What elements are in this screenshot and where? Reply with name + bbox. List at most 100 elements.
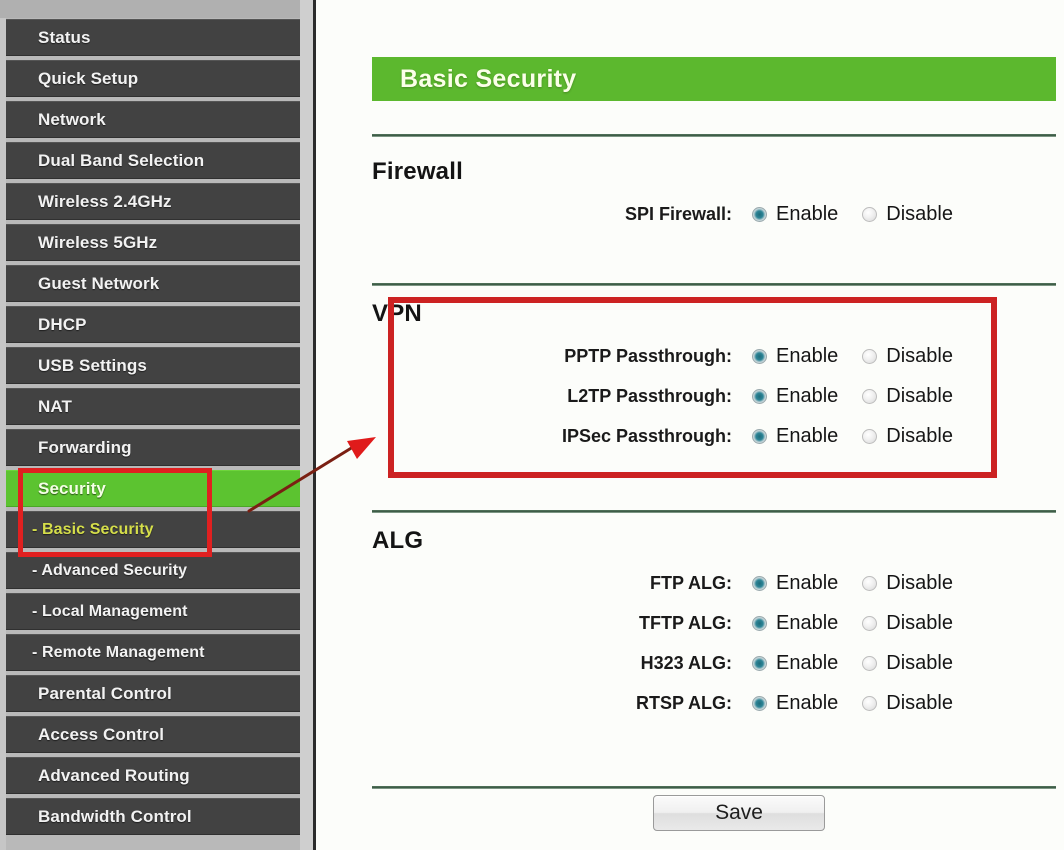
radio-enable-icon[interactable] xyxy=(752,428,767,444)
sidebar-item-label: - Local Management xyxy=(32,602,188,620)
radio-disable-icon[interactable] xyxy=(862,206,878,222)
setting-row: IPSec Passthrough: Enable Disable xyxy=(372,416,1056,456)
sidebar-item-nat[interactable]: NAT xyxy=(6,388,300,425)
sidebar-item-usb-settings[interactable]: USB Settings xyxy=(6,347,300,384)
main-content: Basic Security Firewall SPI Firewall: Ena… xyxy=(316,0,1064,850)
sidebar-item-basic-security[interactable]: - Basic Security xyxy=(6,511,300,548)
radio-disable-icon[interactable] xyxy=(862,388,878,404)
radio-option-enable[interactable]: Enable xyxy=(752,345,838,368)
sidebar-item-local-management[interactable]: - Local Management xyxy=(6,593,300,630)
radio-group: Enable Disable xyxy=(752,652,953,675)
radio-enable-icon[interactable] xyxy=(752,575,767,591)
section-title-alg: ALG xyxy=(372,527,424,554)
radio-option-disable[interactable]: Disable xyxy=(862,425,953,448)
radio-disable-icon[interactable] xyxy=(862,575,878,591)
radio-option-enable[interactable]: Enable xyxy=(752,572,838,595)
setting-label: PPTP Passthrough: xyxy=(564,345,732,366)
sidebar-item-label: - Remote Management xyxy=(32,643,205,661)
radio-disable-label: Disable xyxy=(886,384,953,407)
radio-enable-label: Enable xyxy=(776,651,839,674)
radio-option-disable[interactable]: Disable xyxy=(862,203,953,226)
sidebar-item-label: - Advanced Security xyxy=(32,561,188,579)
radio-option-enable[interactable]: Enable xyxy=(752,203,838,226)
radio-enable-label: Enable xyxy=(776,691,839,714)
radio-enable-label: Enable xyxy=(776,344,839,367)
alg-rows: FTP ALG: Enable Disable TFTP ALG: Enable Disa… xyxy=(372,563,1056,723)
setting-label: H323 ALG: xyxy=(640,652,732,673)
radio-option-enable[interactable]: Enable xyxy=(752,652,838,675)
sidebar-item-parental-control[interactable]: Parental Control xyxy=(6,675,300,712)
section-divider-alg xyxy=(372,510,1056,513)
radio-enable-label: Enable xyxy=(776,384,839,407)
radio-enable-icon[interactable] xyxy=(752,388,767,404)
sidebar-item-label: Dual Band Selection xyxy=(38,150,205,170)
radio-enable-icon[interactable] xyxy=(752,206,767,222)
radio-option-enable[interactable]: Enable xyxy=(752,612,838,635)
sidebar-item-label: USB Settings xyxy=(38,355,147,375)
sidebar-item-quick-setup[interactable]: Quick Setup xyxy=(6,60,300,97)
save-button[interactable]: Save xyxy=(653,795,825,831)
sidebar-item-wireless-2-4ghz[interactable]: Wireless 2.4GHz xyxy=(6,183,300,220)
section-vpn: VPN PPTP Passthrough: Enable Disable L2TP P… xyxy=(372,300,1056,456)
setting-label: L2TP Passthrough: xyxy=(567,385,732,406)
radio-disable-icon[interactable] xyxy=(862,428,878,444)
sidebar-item-advanced-security[interactable]: - Advanced Security xyxy=(6,552,300,589)
radio-group: Enable Disable xyxy=(752,345,953,368)
radio-enable-icon[interactable] xyxy=(752,348,767,364)
radio-enable-icon[interactable] xyxy=(752,695,767,711)
radio-option-enable[interactable]: Enable xyxy=(752,425,838,448)
sidebar-item-bandwidth-control[interactable]: Bandwidth Control xyxy=(6,798,300,835)
footer-actions: Save xyxy=(372,795,1056,831)
sidebar-item-remote-management[interactable]: - Remote Management xyxy=(6,634,300,671)
radio-disable-label: Disable xyxy=(886,344,953,367)
setting-row: L2TP Passthrough: Enable Disable xyxy=(372,376,1056,416)
sidebar-item-dhcp[interactable]: DHCP xyxy=(6,306,300,343)
sidebar-item-guest-network[interactable]: Guest Network xyxy=(6,265,300,302)
radio-option-disable[interactable]: Disable xyxy=(862,692,953,715)
radio-group: Enable Disable xyxy=(752,425,953,448)
setting-row: H323 ALG: Enable Disable xyxy=(372,643,1056,683)
radio-enable-icon[interactable] xyxy=(752,655,767,671)
radio-disable-label: Disable xyxy=(886,651,953,674)
sidebar-item-status[interactable]: Status xyxy=(6,19,300,56)
radio-option-enable[interactable]: Enable xyxy=(752,692,838,715)
radio-disable-icon[interactable] xyxy=(862,348,878,364)
section-divider-vpn xyxy=(372,283,1056,286)
setting-label: IPSec Passthrough: xyxy=(561,425,732,446)
sidebar-item-security[interactable]: Security xyxy=(6,470,300,507)
radio-option-disable[interactable]: Disable xyxy=(862,572,953,595)
radio-option-enable[interactable]: Enable xyxy=(752,385,838,408)
radio-disable-label: Disable xyxy=(886,571,953,594)
radio-group: Enable Disable xyxy=(752,572,953,595)
radio-enable-icon[interactable] xyxy=(752,615,767,631)
setting-label: RTSP ALG: xyxy=(635,692,732,713)
sidebar-item-access-control[interactable]: Access Control xyxy=(6,716,300,753)
radio-disable-icon[interactable] xyxy=(862,655,878,671)
sidebar-item-forwarding[interactable]: Forwarding xyxy=(6,429,300,466)
sidebar-item-dual-band-selection[interactable]: Dual Band Selection xyxy=(6,142,300,179)
radio-option-disable[interactable]: Disable xyxy=(862,345,953,368)
radio-disable-icon[interactable] xyxy=(862,615,878,631)
vpn-rows: PPTP Passthrough: Enable Disable L2TP Passt… xyxy=(372,336,1056,456)
section-alg: ALG FTP ALG: Enable Disable TFTP ALG: Enable… xyxy=(372,527,1056,723)
sidebar-item-label: Network xyxy=(38,109,106,129)
sidebar-item-network[interactable]: Network xyxy=(6,101,300,138)
setting-row: PPTP Passthrough: Enable Disable xyxy=(372,336,1056,376)
sidebar-item-label: Wireless 5GHz xyxy=(38,232,158,252)
sidebar-item-label: Quick Setup xyxy=(38,68,139,88)
nav-list: Status Quick Setup Network Dual Band Select… xyxy=(6,19,300,839)
radio-option-disable[interactable]: Disable xyxy=(862,612,953,635)
sidebar-item-advanced-routing[interactable]: Advanced Routing xyxy=(6,757,300,794)
sidebar-item-label: Status xyxy=(38,27,91,47)
radio-disable-label: Disable xyxy=(886,691,953,714)
radio-option-disable[interactable]: Disable xyxy=(862,652,953,675)
radio-disable-icon[interactable] xyxy=(862,695,878,711)
radio-group: Enable Disable xyxy=(752,203,953,226)
setting-label: TFTP ALG: xyxy=(639,612,732,633)
setting-label: FTP ALG: xyxy=(650,572,732,593)
radio-enable-label: Enable xyxy=(776,571,839,594)
radio-option-disable[interactable]: Disable xyxy=(862,385,953,408)
sidebar-item-wireless-5ghz[interactable]: Wireless 5GHz xyxy=(6,224,300,261)
radio-enable-label: Enable xyxy=(776,202,839,225)
section-divider-top xyxy=(372,134,1056,137)
